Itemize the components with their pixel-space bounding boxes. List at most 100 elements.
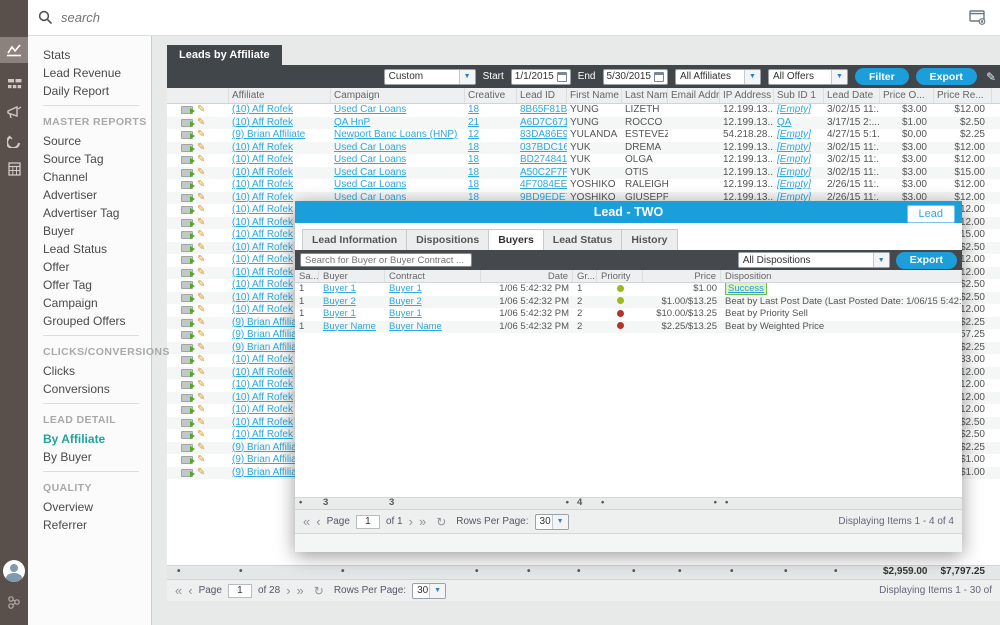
affiliate-link[interactable]: (10) Aff Rofek [232,279,293,290]
post-lead-icon[interactable] [181,381,193,389]
sidebar-item-advertiser-tag[interactable]: Advertiser Tag [28,204,151,222]
edit-lead-icon[interactable]: ✎ [197,319,205,327]
sidebar-item-campaign[interactable]: Campaign [28,294,151,312]
affiliate-link[interactable]: (9) Brian Affiliate [232,129,305,140]
campaign-link[interactable]: Used Car Loans [334,142,406,153]
last-page-icon[interactable]: » [297,584,304,597]
first-page-icon[interactable]: « [175,584,182,597]
nav-magnet-icon[interactable] [0,128,28,154]
post-lead-icon[interactable] [181,356,193,364]
sidebar-item-lead-revenue[interactable]: Lead Revenue [28,64,151,82]
sidebar-item-source[interactable]: Source [28,132,151,150]
affiliate-link[interactable]: (10) Aff Rofek [232,179,293,190]
edit-lead-icon[interactable]: ✎ [197,231,205,239]
modal-tab-history[interactable]: History [621,229,677,250]
sidebar-item-clicks[interactable]: Clicks [28,362,151,380]
edit-lead-icon[interactable]: ✎ [197,294,205,302]
page-input[interactable] [356,515,380,529]
edit-lead-icon[interactable]: ✎ [197,456,205,464]
offers-select[interactable]: All Offers ▼ [768,69,848,85]
post-lead-icon[interactable] [181,369,193,377]
edit-lead-icon[interactable]: ✎ [197,156,205,164]
modal-export-button[interactable]: Export [896,252,957,269]
nav-calculator-icon[interactable] [0,156,28,182]
affiliate-link[interactable]: (10) Aff Rofek [232,379,293,390]
affiliate-link[interactable]: (10) Aff Rofek [232,404,293,415]
nav-announcements-icon[interactable] [0,99,28,125]
affiliate-link[interactable]: (10) Aff Rofek [232,304,293,315]
post-lead-icon[interactable] [181,244,193,252]
edit-lead-icon[interactable]: ✎ [197,219,205,227]
export-button[interactable]: Export [916,68,977,85]
rows-per-page-select[interactable]: 30 ▼ [535,514,569,530]
page-input[interactable] [228,584,252,598]
edit-lead-icon[interactable]: ✎ [197,144,205,152]
post-lead-icon[interactable] [181,219,193,227]
post-lead-icon[interactable] [181,206,193,214]
modal-tab-buyers[interactable]: Buyers [488,229,544,250]
affiliate-link[interactable]: (10) Aff Rofek [232,392,293,403]
post-lead-icon[interactable] [181,119,193,127]
affiliate-link[interactable]: (10) Aff Rofek [232,204,293,215]
post-lead-icon[interactable] [181,294,193,302]
edit-columns-icon[interactable]: ✎ [986,70,996,84]
prev-page-icon[interactable]: ‹ [316,515,320,528]
edit-lead-icon[interactable]: ✎ [197,356,205,364]
post-lead-icon[interactable] [181,256,193,264]
modal-column-header-sale[interactable]: Sa... [295,270,319,282]
post-lead-icon[interactable] [181,169,193,177]
edit-lead-icon[interactable]: ✎ [197,181,205,189]
modal-column-header-contract[interactable]: Contract [385,270,481,282]
post-lead-icon[interactable] [181,394,193,402]
edit-lead-icon[interactable]: ✎ [197,469,205,477]
edit-lead-icon[interactable]: ✎ [197,331,205,339]
edit-lead-icon[interactable]: ✎ [197,381,205,389]
post-lead-icon[interactable] [181,194,193,202]
campaign-link[interactable]: Used Car Loans [334,167,406,178]
rows-per-page-select[interactable]: 30 ▼ [412,583,446,599]
sidebar-item-channel[interactable]: Channel [28,168,151,186]
edit-lead-icon[interactable]: ✎ [197,444,205,452]
post-lead-icon[interactable] [181,281,193,289]
column-header-price-re-[interactable]: Price Re... [934,88,992,103]
sidebar-item-advertiser[interactable]: Advertiser [28,186,151,204]
affiliate-link[interactable]: (10) Aff Rofek [232,229,293,240]
creative-link[interactable]: 12 [468,129,479,140]
post-lead-icon[interactable] [181,181,193,189]
buyer-link[interactable]: Buyer 2 [323,296,356,307]
sub-id-link[interactable]: [Empty] [777,154,811,165]
calendar-icon[interactable] [557,72,567,82]
contract-link[interactable]: Buyer 2 [389,296,422,307]
modal-tab-lead-status[interactable]: Lead Status [543,229,623,250]
sidebar-item-offer[interactable]: Offer [28,258,151,276]
edit-lead-icon[interactable]: ✎ [197,131,205,139]
modal-column-header-date[interactable]: Date [481,270,573,282]
sub-id-link[interactable]: [Empty] [777,167,811,178]
dispositions-select[interactable]: All Dispositions ▼ [738,252,890,268]
affiliate-link[interactable]: (10) Aff Rofek [232,154,293,165]
edit-lead-icon[interactable]: ✎ [197,269,205,277]
next-page-icon[interactable]: › [286,584,290,597]
post-lead-icon[interactable] [181,431,193,439]
tab-leads-by-affiliate[interactable]: Leads by Affiliate [167,45,282,65]
column-header-icons[interactable] [167,88,229,103]
column-header-ip-address[interactable]: IP Address [720,88,774,103]
lead-id-link[interactable]: BD274841 [520,154,567,165]
refresh-icon[interactable]: ↻ [314,584,324,598]
post-lead-icon[interactable] [181,306,193,314]
sub-id-link[interactable]: [Empty] [777,104,811,115]
affiliate-link[interactable]: (10) Aff Rofek [232,217,293,228]
modal-column-header-disposition[interactable]: Disposition [721,270,962,282]
nav-reports-icon[interactable] [0,71,28,97]
post-lead-icon[interactable] [181,406,193,414]
buyer-link[interactable]: Buyer Name [323,321,376,332]
edit-lead-icon[interactable]: ✎ [197,431,205,439]
column-header-campaign[interactable]: Campaign [331,88,465,103]
end-date-field[interactable]: 5/30/2015 [603,69,669,85]
affiliate-link[interactable]: (10) Aff Rofek [232,104,293,115]
affiliate-link[interactable]: (10) Aff Rofek [232,254,293,265]
post-lead-icon[interactable] [181,419,193,427]
campaign-link[interactable]: Used Car Loans [334,154,406,165]
calendar-icon[interactable] [654,72,664,82]
sidebar-item-lead-status[interactable]: Lead Status [28,240,151,258]
